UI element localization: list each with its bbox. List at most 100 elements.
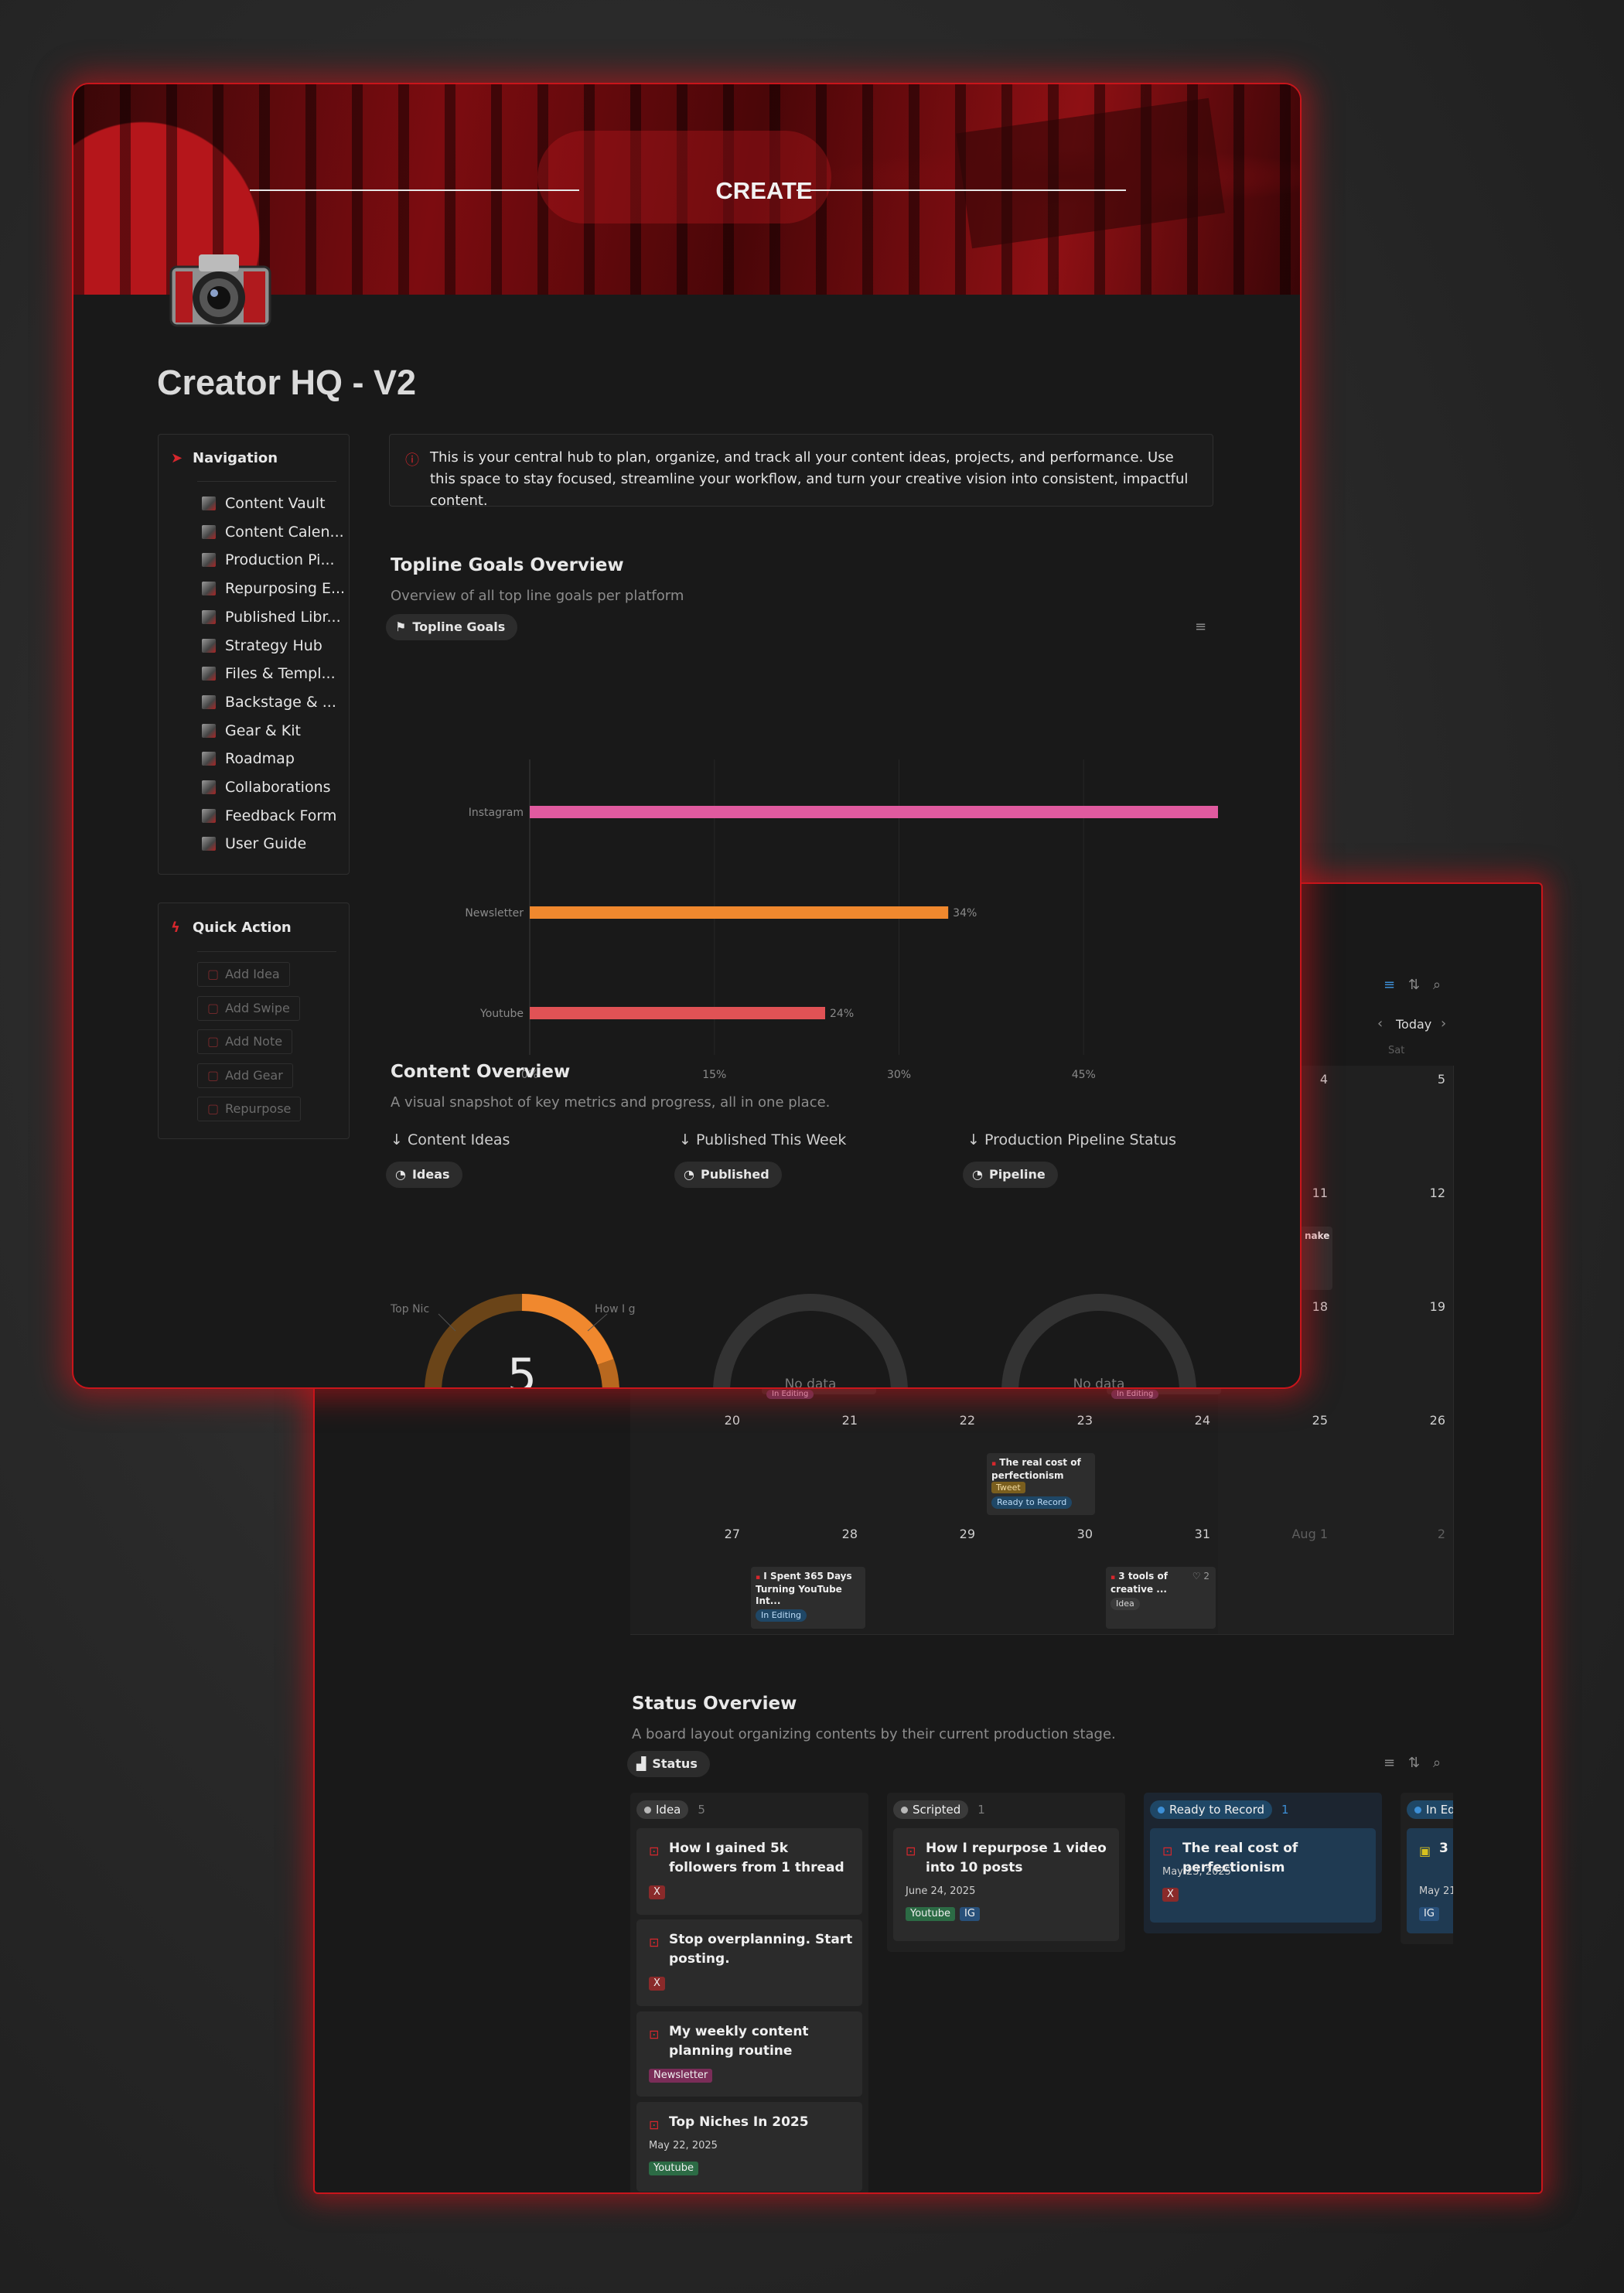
quick-action-button[interactable]: ▢ Repurpose — [197, 1097, 302, 1121]
page-icon — [202, 524, 216, 539]
board-column: In Editi ▣ 3 H vira May 21, 2 IG — [1401, 1793, 1453, 1944]
page-icon — [202, 752, 216, 766]
card-tag: Youtube — [906, 1907, 955, 1921]
column-status-chip: Idea — [636, 1800, 689, 1819]
content-overview-title: Content Overview — [391, 1062, 571, 1082]
nav-item[interactable]: Gear & Kit — [202, 722, 301, 746]
topline-title: Topline Goals Overview — [391, 555, 624, 575]
quick-action-label: Add Idea — [225, 967, 280, 981]
camera-icon — [169, 254, 271, 327]
action-icon: ▢ — [207, 1067, 220, 1083]
nav-item[interactable]: Repurposing E... — [202, 580, 345, 603]
metric-label-pipeline: ↓ Production Pipeline Status — [967, 1131, 1177, 1148]
donut-center-value: 5 — [507, 1349, 537, 1389]
column-header[interactable]: Ready to Record 1 — [1150, 1800, 1289, 1819]
card-tags: X — [649, 1885, 670, 1899]
donut-segment-how-i — [597, 1359, 619, 1387]
nav-item[interactable]: User Guide — [202, 835, 306, 858]
nav-item-label: Files & Templ... — [225, 665, 336, 683]
published-donut: No data — [713, 1294, 908, 1389]
page-title: Creator HQ - V2 — [157, 363, 417, 402]
creator-hq-window: CREATE Creator HQ - V2 ➤ Navigation Conte… — [72, 83, 1302, 1389]
nav-item[interactable]: Content Calen... — [202, 524, 344, 547]
info-icon: ⓘ — [405, 452, 419, 469]
action-icon: ▢ — [207, 1000, 220, 1015]
y-category-label: Newsletter — [465, 907, 524, 920]
card-title: My weekly content planning routine — [669, 2024, 809, 2059]
page-icon — [202, 780, 216, 794]
content-ideas-donut: Top Nic How I g 5 — [391, 1294, 635, 1389]
quick-action-heading: ϟ Quick Action — [171, 920, 292, 936]
quick-action-panel: ϟ Quick Action ▢ Add Idea ▢ Add Swipe ▢ Add No… — [158, 903, 350, 1139]
board-card[interactable]: ⊡ How I repurpose 1 video into 10 posts Ju… — [893, 1828, 1119, 1941]
action-icon: ▢ — [207, 967, 220, 981]
topline-view-tab[interactable]: ⚑ Topline Goals — [386, 614, 518, 640]
quick-action-button[interactable]: ▢ Add Swipe — [197, 995, 300, 1021]
bar-data-label: 34% — [953, 907, 977, 920]
bar-data-label: 24% — [830, 1008, 854, 1020]
page-icon — [202, 553, 216, 568]
card-date: May 22, 2025 — [649, 2140, 718, 2151]
nav-item-label: Feedback Form — [225, 807, 337, 824]
page-icon — [202, 638, 216, 653]
nav-item[interactable]: Production Pi... — [202, 551, 335, 575]
card-tag: IG — [1419, 1907, 1439, 1921]
pipeline-view-tab[interactable]: ◔ Pipeline — [963, 1162, 1058, 1188]
navigation-arrow-icon: ➤ — [171, 450, 183, 466]
topline-desc: Overview of all top line goals per platf… — [391, 588, 684, 604]
nav-item[interactable]: Content Vault — [202, 495, 326, 518]
page-icon — [202, 808, 216, 823]
board-card[interactable]: ⊡ My weekly content planning routine Newsl… — [636, 2011, 862, 2097]
pipeline-view-label: Pipeline — [988, 1167, 1046, 1182]
nav-item[interactable]: Strategy Hub — [202, 637, 322, 660]
nav-item-label: Repurposing E... — [225, 580, 346, 598]
board-card[interactable]: ⊡ The real cost of perfectionism May 23, 2… — [1150, 1828, 1376, 1923]
content-overview-desc: A visual snapshot of key metrics and pro… — [391, 1094, 831, 1111]
page-icon — [202, 837, 216, 851]
navigation-heading: ➤ Navigation — [171, 450, 278, 466]
card-date: June 24, 2025 — [906, 1885, 976, 1897]
column-header[interactable]: Idea 5 — [636, 1800, 705, 1819]
page-icon — [202, 694, 216, 709]
column-header[interactable]: In Editi — [1407, 1800, 1453, 1819]
published-view-tab[interactable]: ◔ Published — [674, 1162, 782, 1188]
board-card[interactable]: ⊡ How I gained 5k followers from 1 thread… — [636, 1828, 862, 1915]
metric-label-content-ideas: ↓ Content Ideas — [391, 1131, 510, 1148]
quick-action-label: Add Note — [225, 1034, 283, 1049]
board-column: Ready to Record 1 ⊡ The real cost of perfec… — [1144, 1793, 1382, 1933]
action-icon: ▢ — [207, 1101, 220, 1116]
banner-shape — [956, 97, 1225, 249]
card-tags: X — [1162, 1888, 1183, 1902]
action-icon: ▢ — [207, 1034, 220, 1049]
board-card[interactable]: ⊡ Stop overplanning. Start posting. X — [636, 1919, 862, 2006]
nav-item-label: Gear & Kit — [225, 722, 301, 739]
card-title: How I gained 5k followers from 1 thread — [669, 1841, 844, 1875]
x-tick-label: 15% — [702, 1069, 726, 1081]
content-type-icon: ⊡ — [649, 1844, 660, 1858]
nav-item[interactable]: Backstage & ... — [202, 694, 336, 717]
status-dot-icon — [1414, 1807, 1421, 1814]
column-header[interactable]: Scripted 1 — [893, 1800, 985, 1819]
donut-icon: ◔ — [395, 1167, 406, 1182]
card-date: May 21, 2 — [1419, 1885, 1453, 1897]
column-name: Idea — [656, 1803, 681, 1817]
bar-youtube — [530, 1007, 825, 1019]
quick-action-button[interactable]: ▢ Add Note — [197, 1029, 293, 1054]
nav-item[interactable]: Collaborations — [202, 779, 331, 802]
quick-action-label: Add Swipe — [225, 1000, 290, 1015]
donut-no-data: No data — [785, 1377, 837, 1389]
nav-item[interactable]: Files & Templ... — [202, 665, 336, 688]
board-card[interactable]: ⊡ Top Niches In 2025 May 22, 2025 Youtube — [636, 2102, 862, 2192]
nav-item[interactable]: Feedback Form — [202, 807, 336, 831]
quick-action-button[interactable]: ▢ Add Gear — [197, 1063, 293, 1088]
board-card[interactable]: ▣ 3 H vira May 21, 2 IG — [1407, 1828, 1453, 1933]
quick-action-button[interactable]: ▢ Add Idea — [197, 962, 290, 987]
intro-callout: ⓘ This is your central hub to plan, orga… — [389, 434, 1213, 509]
nav-item[interactable]: Published Libr... — [202, 609, 341, 632]
quick-action-heading-label: Quick Action — [193, 920, 292, 936]
card-tag: X — [1162, 1888, 1179, 1902]
ideas-view-tab[interactable]: ◔ Ideas — [386, 1162, 462, 1188]
nav-item[interactable]: Roadmap — [202, 750, 295, 773]
card-tags: Youtube — [649, 2162, 703, 2175]
chart-filter-icon[interactable]: ≡ — [1195, 619, 1206, 635]
